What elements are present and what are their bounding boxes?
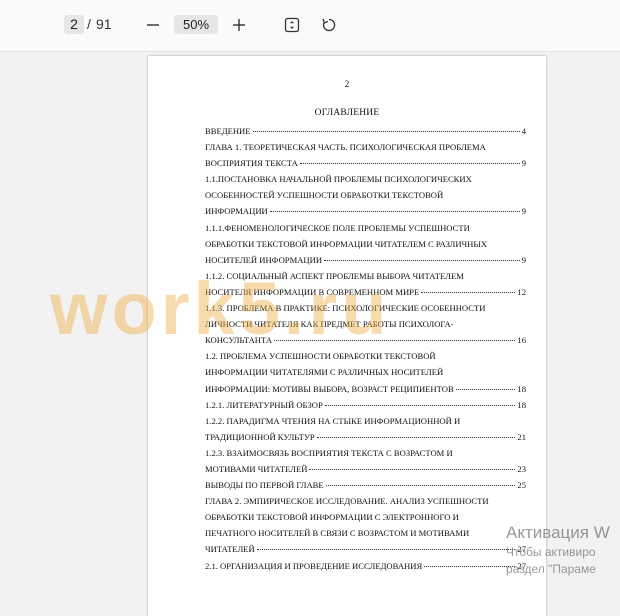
toc-page-number: 23: [517, 463, 526, 474]
toc-page-number: 9: [521, 158, 526, 169]
toc-entry-text: ВВЕДЕНИЕ: [205, 126, 251, 136]
toc-page-number: 4: [521, 126, 526, 136]
toc-leader-dots: [256, 549, 516, 551]
toc-entry-text: ВЫВОДЫ ПО ПЕРВОЙ ГЛАВЕ: [205, 480, 324, 491]
activation-line: раздел "Параме: [506, 562, 596, 576]
toc-entry-text: ПЕЧАТНОГО НОСИТЕЛЕЙ В СВЯЗИ С ВОЗРАСТОМ …: [205, 528, 470, 539]
toc-entry[interactable]: ГЛАВА 2. ЭМПИРИЧЕСКОЕ ИССЛЕДОВАНИЕ. АНАЛ…: [205, 493, 526, 557]
toc-entry-text: ИНФОРМАЦИИ: [205, 206, 268, 217]
page-separator: /: [87, 16, 91, 32]
toc-entry-text: 2.1. ОРГАНИЗАЦИЯ И ПРОВЕДЕНИЕ ИССЛЕДОВАН…: [205, 560, 423, 571]
toc-entry-text: ВОСПРИЯТИЯ ТЕКСТА: [205, 158, 298, 169]
toc-leader-dots: [269, 211, 520, 213]
page-number: 2: [344, 79, 350, 89]
toc-page-number: 9: [521, 206, 526, 217]
toc-leader-dots: [421, 291, 516, 293]
fit-page-icon: [284, 17, 300, 33]
total-pages: 91: [96, 16, 112, 32]
current-page-input[interactable]: 2: [64, 15, 84, 34]
pdf-toolbar: 2 / 91 50%: [0, 0, 620, 52]
toc-entry-text: ТРАДИЦИОННОЙ КУЛЬТУР: [205, 431, 315, 442]
toc-page-number: 18: [517, 383, 526, 394]
toc-page-number: 25: [517, 480, 526, 491]
fit-page-button[interactable]: [279, 12, 305, 38]
activation-line: Чтобы активиро: [506, 545, 596, 559]
zoom-in-button[interactable]: [226, 12, 252, 38]
toc-title: ОГЛАВЛЕНИЕ: [314, 108, 380, 118]
toc-entry[interactable]: 1.2. ПРОБЛЕМА УСПЕШНОСТИ ОБРАБОТКИ ТЕКСТ…: [205, 348, 526, 396]
minus-icon: [147, 24, 159, 26]
toc-entry-last-line: ТРАДИЦИОННОЙ КУЛЬТУР 21: [205, 429, 526, 445]
toc-page-number: 9: [521, 254, 526, 265]
toc-entry[interactable]: 1.2.3. ВЗАИМОСВЯЗЬ ВОСПРИЯТИЯ ТЕКСТА С В…: [205, 445, 526, 477]
toc-entry-text: МОТИВАМИ ЧИТАТЕЛЕЙ: [205, 463, 308, 474]
watermark: work5.ru: [50, 267, 391, 350]
toc-leader-dots: [324, 404, 516, 406]
toc-entry-text: ГЛАВА 1. ТЕОРЕТИЧЕСКАЯ ЧАСТЬ. ПСИХОЛОГИЧ…: [205, 142, 486, 153]
toc-entry-text: ОБРАБОТКИ ТЕКСТОВОЙ ИНФОРМАЦИИ ЧИТАТЕЛЕМ…: [205, 238, 488, 249]
toc-entry-text: ОБРАБОТКИ ТЕКСТОВОЙ ИНФОРМАЦИИ С ЭЛЕКТРО…: [205, 512, 459, 523]
toc-entry[interactable]: ВЫВОДЫ ПО ПЕРВОЙ ГЛАВЕ 25: [205, 477, 526, 493]
toc-entry[interactable]: 1.2.1. ЛИТЕРАТУРНЫЙ ОБЗОР 18: [205, 397, 526, 413]
toc-page-number: 12: [517, 286, 526, 297]
toc-entry-last-line: ИНФОРМАЦИИ 9: [205, 203, 526, 219]
toc-entry[interactable]: 1.1.ПОСТАНОВКА НАЧАЛЬНОЙ ПРОБЛЕМЫ ПСИХОЛ…: [205, 171, 526, 219]
toc-entry-last-line: 1.2.1. ЛИТЕРАТУРНЫЙ ОБЗОР 18: [205, 397, 526, 413]
toc-leader-dots: [324, 259, 520, 261]
toc-entry-last-line: МОТИВАМИ ЧИТАТЕЛЕЙ 23: [205, 461, 526, 477]
toc-entry-text: ЧИТАТЕЛЕЙ: [205, 544, 255, 555]
toc-leader-dots: [299, 163, 520, 165]
toc-leader-dots: [316, 436, 516, 438]
toc-leader-dots: [455, 388, 516, 390]
plus-icon: [233, 19, 245, 31]
activation-title: Активация W: [506, 523, 610, 542]
toc-entry[interactable]: 1.2.2. ПАРАДИГМА ЧТЕНИЯ НА СТЫКЕ ИНФОРМА…: [205, 413, 526, 445]
toc-page-number: 16: [517, 335, 526, 346]
toc-entry-text: 1.2.1. ЛИТЕРАТУРНЫЙ ОБЗОР: [205, 399, 323, 410]
toc-entry-text: 1.2.3. ВЗАИМОСВЯЗЬ ВОСПРИЯТИЯ ТЕКСТА С В…: [205, 447, 453, 458]
toc-entry-last-line: ВОСПРИЯТИЯ ТЕКСТА 9: [205, 155, 526, 171]
toc-entry-text: 1.1.1.ФЕНОМЕНОЛОГИЧЕСКОЕ ПОЛЕ ПРОБЛЕМЫ У…: [205, 222, 470, 233]
toc-entry[interactable]: 1.1.1.ФЕНОМЕНОЛОГИЧЕСКОЕ ПОЛЕ ПРОБЛЕМЫ У…: [205, 220, 526, 268]
toc-leader-dots: [325, 485, 516, 487]
toc-entry-text: 1.2.2. ПАРАДИГМА ЧТЕНИЯ НА СТЫКЕ ИНФОРМА…: [205, 415, 461, 426]
toc-entry-text: ОСОБЕННОСТЕЙ УСПЕШНОСТИ ОБРАБОТКИ ТЕКСТО…: [205, 190, 444, 201]
toc-leader-dots: [309, 468, 516, 470]
zoom-level[interactable]: 50%: [174, 15, 218, 34]
toc-entry-text: ИНФОРМАЦИИ ЧИТАТЕЛЯМИ С РАЗЛИЧНЫХ НОСИТЕ…: [205, 367, 444, 378]
toc-entry-last-line: ИНФОРМАЦИИ: МОТИВЫ ВЫБОРА, ВОЗРАСТ РЕЦИП…: [205, 381, 526, 397]
toc-entry-last-line: ВЫВОДЫ ПО ПЕРВОЙ ГЛАВЕ 25: [205, 477, 526, 493]
toc-entry-last-line: ВВЕДЕНИЕ 4: [205, 123, 526, 139]
toc-leader-dots: [424, 565, 516, 567]
zoom-out-button[interactable]: [140, 12, 166, 38]
toc-entry-last-line: ЧИТАТЕЛЕЙ 27: [205, 541, 526, 557]
toc-entry-text: ИНФОРМАЦИИ: МОТИВЫ ВЫБОРА, ВОЗРАСТ РЕЦИП…: [205, 383, 454, 394]
windows-activation-notice: Активация W Чтобы активиро раздел "Парам…: [506, 522, 610, 578]
toc-entry[interactable]: 2.1. ОРГАНИЗАЦИЯ И ПРОВЕДЕНИЕ ИССЛЕДОВАН…: [205, 558, 526, 574]
toc-leader-dots: [252, 131, 520, 132]
toc-entry[interactable]: ВВЕДЕНИЕ 4: [205, 123, 526, 139]
toc-entry[interactable]: ГЛАВА 1. ТЕОРЕТИЧЕСКАЯ ЧАСТЬ. ПСИХОЛОГИЧ…: [205, 139, 526, 171]
toc-entry-text: ГЛАВА 2. ЭМПИРИЧЕСКОЕ ИССЛЕДОВАНИЕ. АНАЛ…: [205, 496, 489, 507]
toc-page-number: 18: [517, 399, 526, 410]
toc-page-number: 21: [517, 431, 526, 442]
rotate-icon: [322, 18, 336, 32]
toc-entry-last-line: 2.1. ОРГАНИЗАЦИЯ И ПРОВЕДЕНИЕ ИССЛЕДОВАН…: [205, 558, 526, 574]
rotate-button[interactable]: [316, 12, 342, 38]
toc-entry-text: 1.1.ПОСТАНОВКА НАЧАЛЬНОЙ ПРОБЛЕМЫ ПСИХОЛ…: [205, 174, 472, 185]
